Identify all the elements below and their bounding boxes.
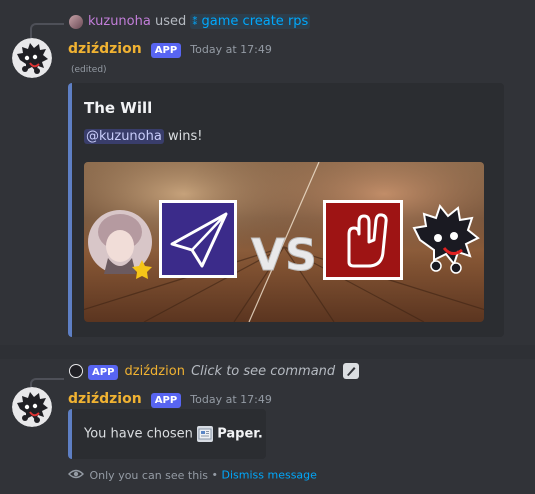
choice-prefix: You have chosen [84, 426, 198, 442]
separator-dot: • [211, 468, 219, 482]
message-header: dziździon APP Today at 17:49 [68, 38, 272, 58]
reply-line-2: APP dziździon Click to see command [88, 363, 360, 380]
right-choice-rock [323, 200, 403, 280]
slash-command-icon: ⁑ [192, 17, 198, 28]
edited-label: (edited) [71, 65, 107, 75]
embed-description: @kuzunoha wins! [84, 129, 202, 144]
timestamp-2[interactable]: Today at 17:49 [190, 393, 272, 406]
embed-title: The Will [84, 99, 153, 117]
reply-action: used [154, 14, 187, 29]
only-you-text: Only you can see this [89, 468, 209, 482]
app-badge: APP [150, 43, 182, 58]
pencil-square-icon[interactable] [343, 363, 360, 379]
reply-app-badge: APP [88, 364, 119, 380]
reply-avatar-bot[interactable] [69, 364, 83, 378]
spiky-mascot-icon [12, 387, 52, 427]
author-name[interactable]: dziździon [68, 41, 142, 57]
message-header-2: dziździon APP Today at 17:49 [68, 388, 272, 408]
reply-avatar-kuzunoha[interactable] [69, 15, 83, 29]
reply-author[interactable]: dziździon [125, 364, 185, 379]
spiky-mascot-icon [12, 38, 52, 78]
timestamp[interactable]: Today at 17:49 [190, 43, 272, 56]
user-mention[interactable]: @kuzunoha [84, 129, 164, 144]
left-choice-paper [159, 200, 237, 278]
vs-text: VS [251, 230, 317, 281]
rps-vs-image: VS [84, 162, 484, 322]
app-badge-2: APP [150, 393, 182, 408]
click-to-see-command[interactable]: Click to see command [191, 364, 335, 379]
newspaper-emoji-icon [197, 426, 214, 442]
dismiss-message-link[interactable]: Dismiss message [222, 469, 317, 482]
choice-text: You have chosen Paper. [84, 426, 263, 442]
game-result-image[interactable]: VS [84, 162, 484, 322]
reply-username[interactable]: kuzunoha [88, 14, 151, 29]
author-name-2[interactable]: dziździon [68, 391, 142, 407]
avatar-dzizdzion[interactable] [12, 38, 52, 78]
reply-command-label: game create rps [201, 14, 309, 29]
ephemeral-notice: Only you can see this • Dismiss message [68, 468, 317, 483]
eye-icon [68, 468, 84, 483]
reply-line: kuzunoha used ⁑ game create rps [88, 14, 311, 29]
avatar-dzizdzion-2[interactable] [12, 387, 52, 427]
result-text: wins! [163, 129, 203, 144]
choice-value: Paper. [217, 426, 263, 442]
message-separator [0, 345, 535, 359]
reply-command[interactable]: ⁑ game create rps [190, 14, 311, 29]
reply-spine [30, 23, 64, 39]
